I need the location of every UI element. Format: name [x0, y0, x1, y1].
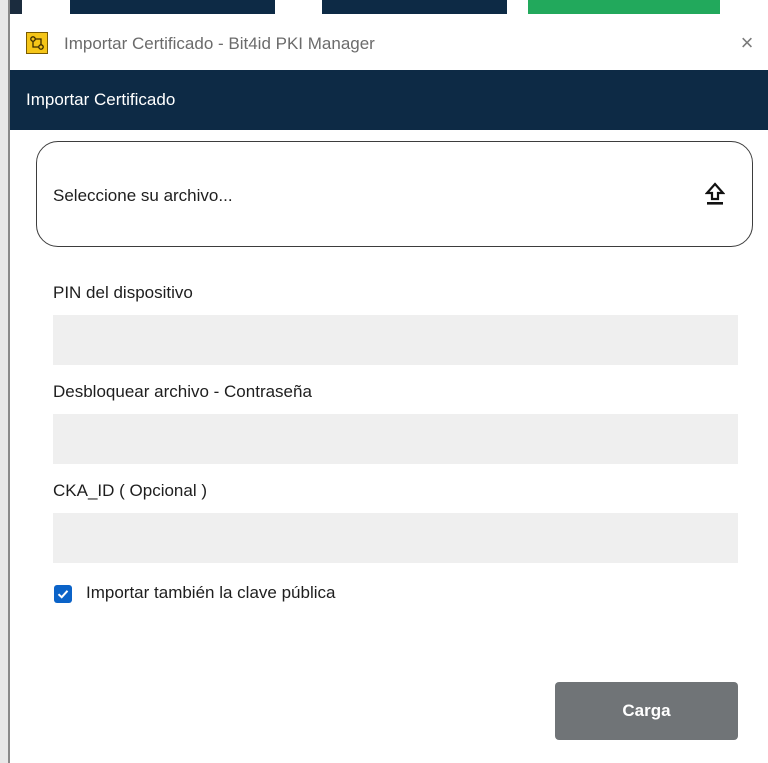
import-public-key-checkbox[interactable] — [54, 585, 72, 603]
window-title: Importar Certificado - Bit4id PKI Manage… — [64, 34, 375, 53]
file-password-input[interactable] — [53, 414, 738, 464]
background-app-strip — [0, 0, 768, 18]
import-certificate-dialog: Importar Certificado - Bit4id PKI Manage… — [10, 18, 768, 763]
title-bar: Importar Certificado - Bit4id PKI Manage… — [10, 18, 768, 70]
checkmark-icon — [57, 590, 69, 599]
upload-icon[interactable] — [704, 182, 726, 206]
dialog-header-title: Importar Certificado — [26, 90, 176, 109]
carga-button[interactable]: Carga — [555, 682, 738, 740]
window-left-edge — [0, 0, 10, 763]
background-app-block — [528, 0, 720, 14]
file-picker-label: Seleccione su archivo... — [53, 186, 233, 205]
background-app-block — [322, 0, 507, 14]
pin-label: PIN del dispositivo — [53, 283, 193, 302]
pin-input[interactable] — [53, 315, 738, 365]
file-picker[interactable]: Seleccione su archivo... — [36, 141, 753, 247]
bit4id-app-icon — [26, 32, 48, 54]
cka-id-label: CKA_ID ( Opcional ) — [53, 481, 207, 500]
background-app-block — [70, 0, 275, 14]
close-icon[interactable]: × — [734, 30, 760, 56]
password-label: Desbloquear archivo - Contraseña — [53, 382, 312, 401]
import-public-key-label[interactable]: Importar también la clave pública — [86, 583, 335, 603]
dialog-header: Importar Certificado — [10, 70, 768, 130]
cka-id-input[interactable] — [53, 513, 738, 563]
